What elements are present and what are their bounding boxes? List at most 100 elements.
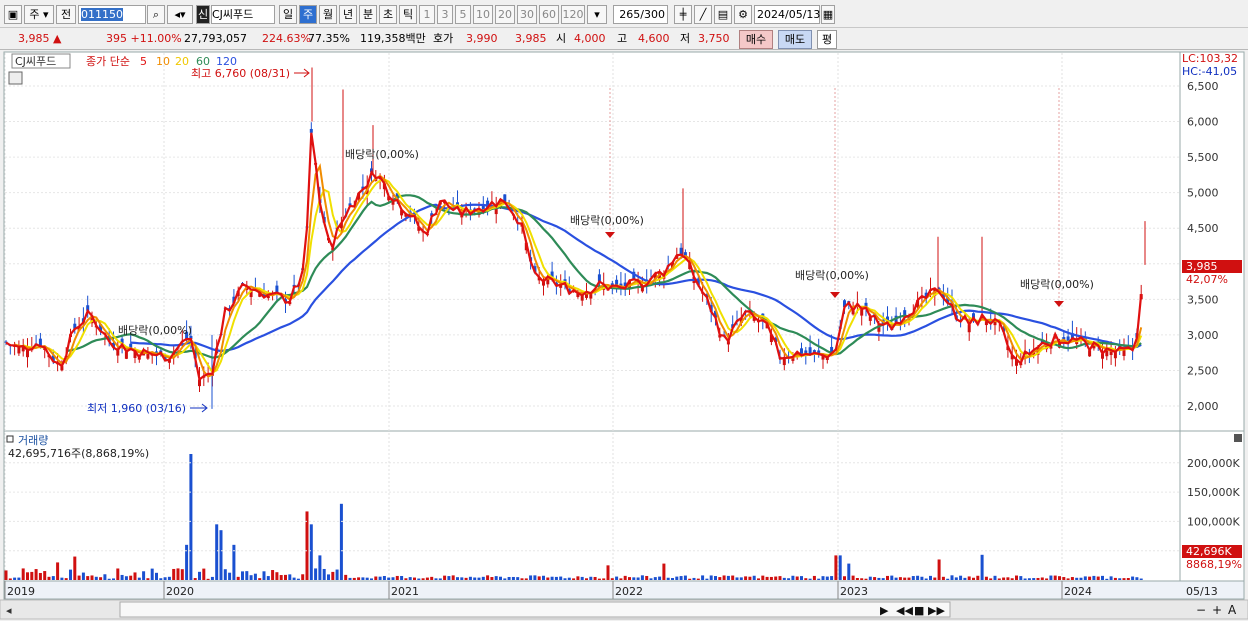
volume-bar xyxy=(90,575,94,580)
volume-bar xyxy=(318,555,322,580)
volume-bar xyxy=(769,576,773,580)
volume-bar xyxy=(185,544,189,580)
volume-bar xyxy=(1049,575,1053,580)
tf-year[interactable]: 년 xyxy=(339,5,357,24)
volume-panel-close-icon[interactable] xyxy=(1234,434,1242,442)
volume-bar xyxy=(1045,578,1049,580)
interval-dropdown[interactable]: ▾ xyxy=(587,5,607,24)
stock-name-field[interactable]: CJ씨푸드 xyxy=(211,5,275,24)
play-icon[interactable]: ▶ xyxy=(880,604,889,617)
scroll-thumb[interactable] xyxy=(119,601,951,618)
dividend-label-5: 배당락(0,00%) xyxy=(1020,278,1094,291)
volume-bar xyxy=(99,577,103,580)
volume-bar xyxy=(309,524,313,580)
volume-bar xyxy=(124,576,128,580)
volume-bar xyxy=(602,578,606,580)
volume-bar xyxy=(761,575,765,580)
window-icon[interactable]: ▣ xyxy=(4,5,22,24)
period-select[interactable]: 주 ▾ xyxy=(24,5,54,24)
volume-bar xyxy=(365,577,369,580)
volume-bar xyxy=(757,578,760,580)
volume-bar xyxy=(408,577,412,580)
interval-1[interactable]: 1 xyxy=(419,5,435,24)
volume-bar xyxy=(967,576,971,580)
volume-bar xyxy=(843,576,846,580)
interval-60[interactable]: 60 xyxy=(539,5,559,24)
tf-month[interactable]: 월 xyxy=(319,5,337,24)
volume-bar xyxy=(671,578,674,580)
zoom-in-icon[interactable]: + xyxy=(1212,603,1222,617)
rewind-icon[interactable]: ◀◀ xyxy=(896,604,913,617)
volume-bar xyxy=(1040,577,1044,580)
calculator-icon[interactable] xyxy=(8,71,23,85)
search-icon[interactable]: ⌕ xyxy=(147,5,165,24)
save-icon[interactable]: ▤ xyxy=(714,5,732,24)
volume-bar xyxy=(1006,577,1010,580)
chart-area[interactable]: 6,5006,0005,5005,0004,5004,0003,5003,000… xyxy=(0,50,1248,621)
tf-week[interactable]: 주 xyxy=(299,5,317,24)
volume-bar xyxy=(782,577,786,580)
volume-bar xyxy=(1027,578,1031,580)
price-panel[interactable] xyxy=(3,51,1181,432)
volume-bar xyxy=(232,544,236,580)
volume-bar xyxy=(744,576,748,580)
volume-bar xyxy=(903,577,907,580)
count-field[interactable]: 265/300 xyxy=(613,5,668,24)
speaker-icon[interactable]: ◂▾ xyxy=(167,5,193,24)
legend-ma10: 10 xyxy=(156,55,170,68)
avg-button[interactable]: 평 xyxy=(817,30,837,49)
zoom-out-icon[interactable]: − xyxy=(1196,603,1206,617)
interval-5[interactable]: 5 xyxy=(455,5,471,24)
volume-bar xyxy=(1135,577,1139,580)
interval-20[interactable]: 20 xyxy=(495,5,515,24)
volume-bar xyxy=(701,575,705,580)
volume-bar xyxy=(696,578,700,580)
volume-bar xyxy=(51,576,55,580)
volume-bar xyxy=(137,577,141,580)
prev-button[interactable]: 전 xyxy=(56,5,76,24)
volume-bar xyxy=(778,576,782,580)
tf-tick[interactable]: 틱 xyxy=(399,5,417,24)
volume-bar xyxy=(77,575,81,580)
stock-code-input[interactable]: 011150 xyxy=(78,5,146,24)
auto-icon[interactable]: A xyxy=(1228,603,1237,617)
volume-bar xyxy=(468,576,472,580)
buy-button[interactable]: 매수 xyxy=(739,30,773,49)
volume-bar xyxy=(387,577,391,580)
volume-bar xyxy=(249,575,253,580)
interval-10[interactable]: 10 xyxy=(473,5,493,24)
volume-panel[interactable] xyxy=(3,430,1181,582)
volume-bar xyxy=(202,568,206,580)
x-label: 2022 xyxy=(615,585,643,598)
gear-icon[interactable]: ⚙ xyxy=(734,5,752,24)
volume-bar xyxy=(331,571,335,580)
volume-bar xyxy=(722,575,726,580)
volume-bar xyxy=(378,576,382,580)
volume-bar xyxy=(941,576,945,580)
forward-icon[interactable]: ▶▶ xyxy=(928,604,945,617)
sell-button[interactable]: 매도 xyxy=(778,30,812,49)
volume-bar xyxy=(296,578,300,580)
tf-min[interactable]: 분 xyxy=(359,5,377,24)
volume-bar xyxy=(146,578,150,580)
interval-30[interactable]: 30 xyxy=(517,5,537,24)
volume-bar xyxy=(163,577,167,580)
volume-bar xyxy=(709,575,713,580)
tf-sec[interactable]: 초 xyxy=(379,5,397,24)
interval-3[interactable]: 3 xyxy=(437,5,453,24)
calendar-icon[interactable]: ▦ xyxy=(821,5,835,24)
volume-bar xyxy=(421,578,425,580)
volume-bar xyxy=(245,571,249,580)
volume-bar xyxy=(821,576,825,580)
date-field[interactable]: 2024/05/13 xyxy=(754,5,820,24)
draw-icon[interactable]: ╱ xyxy=(694,5,712,24)
volume-bar xyxy=(714,576,717,580)
interval-120[interactable]: 120 xyxy=(561,5,585,24)
volume-bar xyxy=(546,577,550,580)
high: 4,600 xyxy=(638,32,670,45)
candle-icon[interactable]: ╪ xyxy=(674,5,692,24)
scroll-left-icon[interactable]: ◂ xyxy=(6,604,12,617)
stop-icon[interactable]: ■ xyxy=(914,604,924,617)
volume-bar xyxy=(228,572,232,580)
tf-day[interactable]: 일 xyxy=(279,5,297,24)
